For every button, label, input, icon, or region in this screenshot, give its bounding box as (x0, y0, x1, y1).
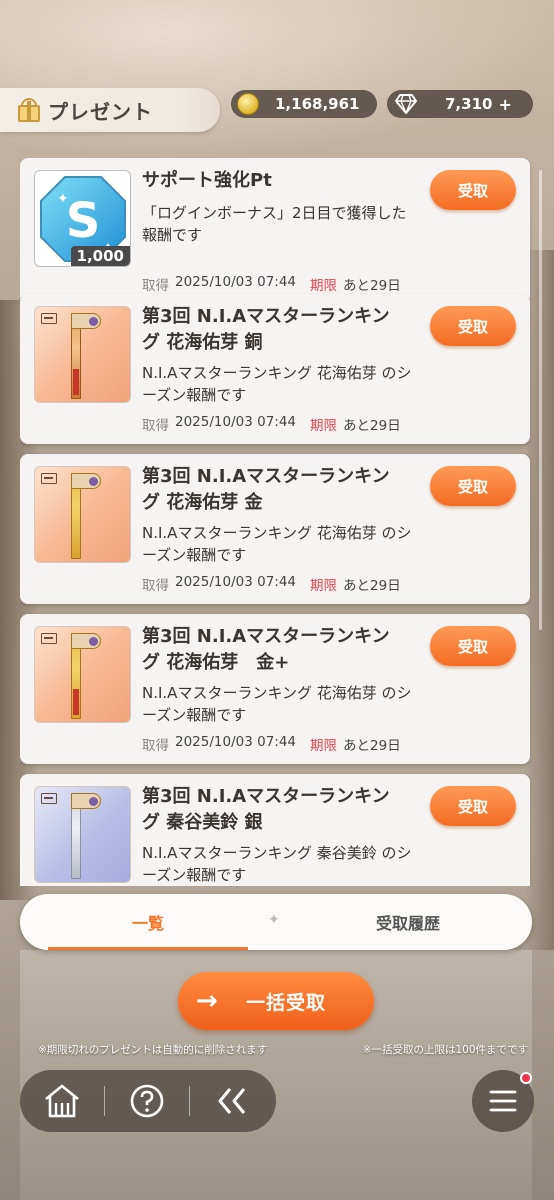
double-chevron-left-icon (218, 1088, 246, 1114)
tag-icon (41, 473, 57, 484)
item-description: N.I.Aマスターランキング 秦谷美鈴 のシーズン報酬です (142, 844, 412, 884)
home-button[interactable] (20, 1070, 104, 1132)
tag-icon (41, 633, 57, 644)
tab-list[interactable]: 一覧 (48, 894, 248, 950)
item-meta: 取得 2025/10/03 07:44 期限 あと29日 (142, 414, 401, 434)
page-title: プレゼント (48, 99, 153, 124)
item-description: N.I.Aマスターランキング 花海佑芽 のシーズン報酬です (142, 364, 412, 404)
notes: ※期限切れのプレゼントは自動的に削除されます ※一括受取の上限は100件までです (38, 1042, 528, 1057)
silver-banner-item-image (34, 786, 131, 883)
acquired-date: 2025/10/03 07:44 (175, 414, 297, 430)
svg-text:✦: ✦ (57, 191, 69, 207)
receive-button[interactable]: 受取 (430, 466, 516, 506)
item-meta: 取得 2025/10/03 07:44 期限 あと29日 (142, 574, 401, 594)
present-list[interactable]: S ✦ ✦ 1,000 サポート強化Pt 「ログインボーナス」2日目で獲得した報… (20, 158, 532, 886)
note-limit: ※一括受取の上限は100件までです (362, 1044, 528, 1056)
coin-icon (237, 93, 259, 115)
remaining-days: あと29日 (343, 418, 401, 434)
home-icon (45, 1084, 79, 1118)
note-expiry: ※期限切れのプレゼントは自動的に削除されます (38, 1044, 268, 1056)
acquired-date: 2025/10/03 07:44 (175, 734, 297, 750)
bulk-receive-button[interactable]: → 一括受取 (178, 972, 374, 1030)
gold-banner-item-image (34, 466, 131, 563)
item-description: N.I.Aマスターランキング 花海佑芽 のシーズン報酬です (142, 684, 412, 724)
receive-button[interactable]: 受取 (430, 306, 516, 346)
gem-amount: 7,310 (445, 95, 493, 113)
notification-dot (520, 1072, 532, 1084)
item-title: サポート強化Pt (142, 170, 272, 191)
remaining-days: あと29日 (343, 738, 401, 754)
support-pt-item-image: S ✦ ✦ 1,000 (34, 170, 131, 267)
receive-button[interactable]: 受取 (430, 626, 516, 666)
item-description: N.I.Aマスターランキング 花海佑芽 のシーズン報酬です (142, 524, 412, 564)
arrow-right-icon: → (196, 986, 218, 1016)
tag-icon (41, 793, 57, 804)
hamburger-icon (489, 1090, 517, 1112)
copper-banner-item-image (34, 306, 131, 403)
present-item: 第3回 N.I.Aマスターランキング 花海佑芽 金+ N.I.Aマスターランキン… (20, 614, 530, 764)
item-title: 第3回 N.I.Aマスターランキング 花海佑芽 金+ (142, 626, 390, 673)
svg-text:S: S (66, 193, 101, 249)
back-button[interactable] (190, 1070, 274, 1132)
acquired-date: 2025/10/03 07:44 (175, 274, 297, 290)
bottom-nav (20, 1070, 276, 1132)
coin-amount: 1,168,961 (275, 95, 360, 113)
item-title: 第3回 N.I.Aマスターランキング 花海佑芽 銅 (142, 306, 390, 353)
present-item: 第3回 N.I.Aマスターランキング 秦谷美鈴 銀 N.I.Aマスターランキング… (20, 774, 530, 886)
tag-icon (41, 313, 57, 324)
item-meta: 取得 2025/10/03 07:44 期限 あと29日 (142, 274, 401, 294)
tab-bar: 一覧 ✦ 受取履歴 (20, 894, 532, 950)
gem-balance[interactable]: 7,310 + (387, 90, 533, 118)
present-item: S ✦ ✦ 1,000 サポート強化Pt 「ログインボーナス」2日目で獲得した報… (20, 158, 530, 304)
acquired-date: 2025/10/03 07:44 (175, 574, 297, 590)
item-quantity: 1,000 (70, 246, 130, 266)
bulk-receive-label: 一括受取 (246, 991, 327, 1014)
present-item: 第3回 N.I.Aマスターランキング 花海佑芽 金 N.I.Aマスターランキング… (20, 454, 530, 604)
gift-icon (16, 97, 42, 123)
receive-button[interactable]: 受取 (430, 170, 516, 210)
gem-add-button[interactable]: + (498, 95, 511, 114)
receive-button[interactable]: 受取 (430, 786, 516, 826)
help-button[interactable] (105, 1070, 189, 1132)
present-item: 第3回 N.I.Aマスターランキング 花海佑芽 銅 N.I.Aマスターランキング… (20, 294, 530, 444)
item-description: 「ログインボーナス」2日目で獲得した報酬です (142, 204, 407, 244)
present-header: プレゼント (0, 88, 220, 132)
help-icon (130, 1084, 164, 1118)
item-title: 第3回 N.I.Aマスターランキング 秦谷美鈴 銀 (142, 786, 390, 833)
menu-button[interactable] (472, 1070, 534, 1132)
remaining-days: あと29日 (343, 278, 401, 294)
sparkle-icon: ✦ (268, 912, 280, 928)
remaining-days: あと29日 (343, 578, 401, 594)
item-title: 第3回 N.I.Aマスターランキング 花海佑芽 金 (142, 466, 390, 513)
list-scrollbar[interactable] (539, 170, 542, 630)
coin-balance: 1,168,961 (231, 90, 377, 118)
diamond-icon (395, 94, 417, 115)
gold-plus-banner-item-image (34, 626, 131, 723)
item-meta: 取得 2025/10/03 07:44 期限 あと29日 (142, 734, 401, 754)
tab-history[interactable]: 受取履歴 (308, 894, 508, 950)
